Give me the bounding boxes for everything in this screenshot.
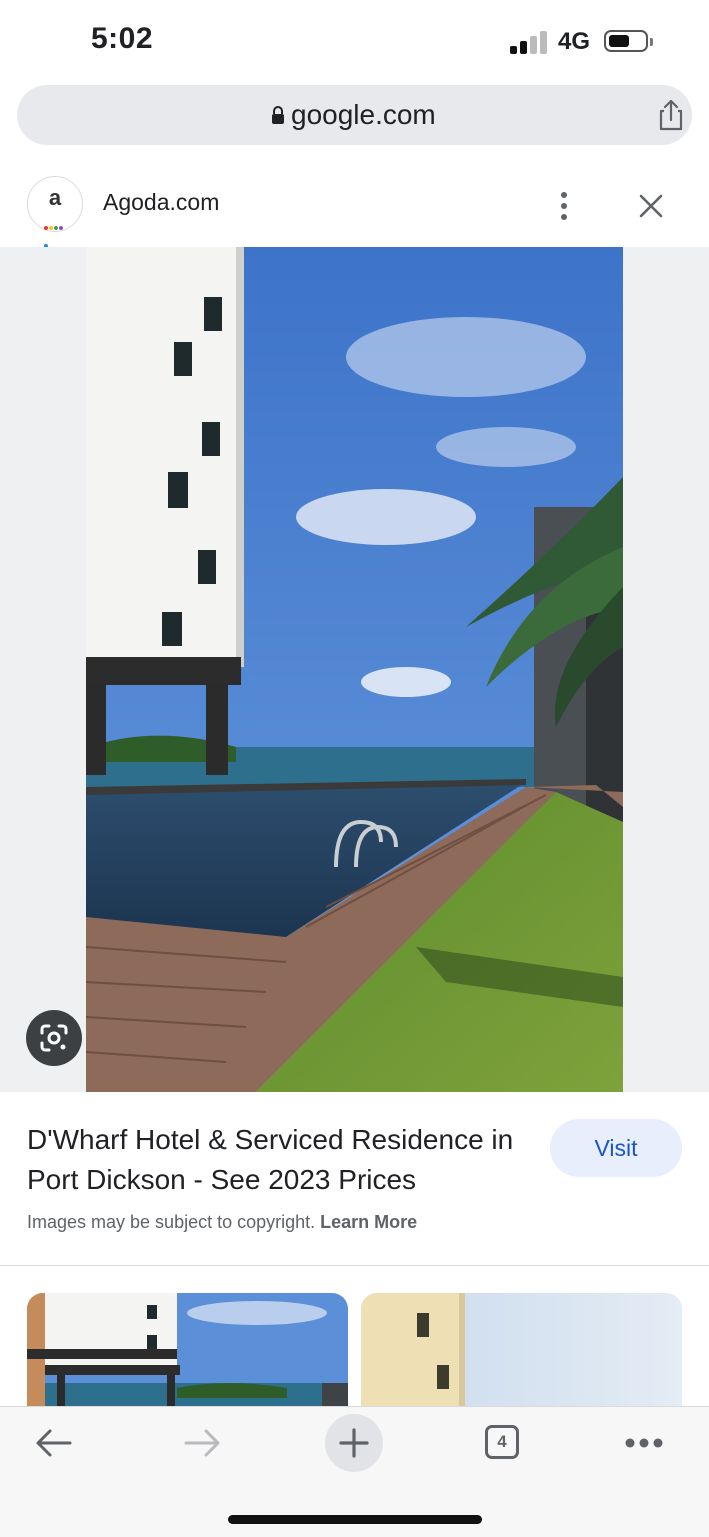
copyright-notice: Images may be subject to copyright. Lear…: [27, 1212, 417, 1233]
visit-button[interactable]: Visit: [550, 1119, 682, 1177]
close-icon[interactable]: [635, 190, 667, 222]
battery-icon: [604, 30, 653, 52]
browser-toolbar: 4: [0, 1406, 709, 1537]
source-site-name[interactable]: Agoda.com: [103, 189, 219, 216]
url-text: google.com: [291, 99, 436, 130]
divider: [0, 1265, 709, 1266]
status-time: 5:02: [91, 22, 154, 55]
status-bar: 5:02 4G: [0, 0, 709, 80]
hotel-pool-photo[interactable]: [86, 247, 623, 1092]
favicon-letter: a: [48, 185, 62, 210]
agoda-logo[interactable]: a: [27, 176, 83, 248]
share-icon[interactable]: [653, 97, 689, 133]
lens-icon: [40, 1024, 68, 1052]
kebab-menu-icon[interactable]: [549, 192, 579, 226]
image-viewer: [0, 247, 709, 1092]
source-header: a Agoda.com: [0, 170, 709, 248]
lens-search-button[interactable]: [26, 1010, 82, 1066]
back-arrow-icon[interactable]: [32, 1427, 74, 1459]
copyright-text: Images may be subject to copyright.: [27, 1212, 316, 1232]
result-title[interactable]: D'Wharf Hotel & Serviced Residence in Po…: [27, 1120, 537, 1200]
lock-icon: [272, 106, 284, 124]
address-bar[interactable]: google.com: [17, 85, 692, 145]
new-tab-button[interactable]: [325, 1414, 383, 1472]
learn-more-link[interactable]: Learn More: [320, 1212, 417, 1232]
related-image-thumbnail[interactable]: [361, 1293, 682, 1413]
network-type: 4G: [558, 28, 591, 55]
related-image-thumbnail[interactable]: [27, 1293, 348, 1413]
forward-arrow-icon[interactable]: [182, 1427, 224, 1459]
home-indicator[interactable]: [228, 1515, 482, 1524]
tabs-icon[interactable]: 4: [485, 1425, 519, 1459]
more-icon[interactable]: [624, 1435, 664, 1451]
signal-icon: [510, 30, 550, 54]
plus-icon: [339, 1428, 369, 1458]
